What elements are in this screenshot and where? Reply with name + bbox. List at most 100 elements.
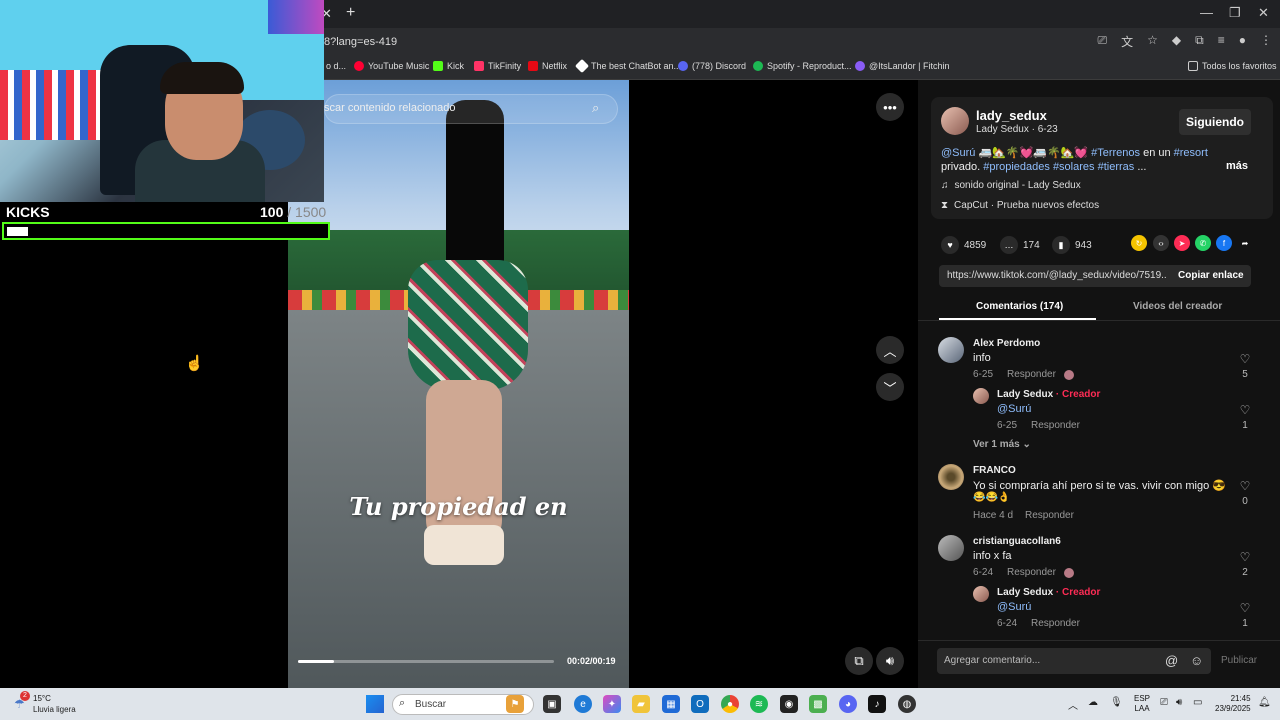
tiktok-icon[interactable]: ♪ xyxy=(868,695,886,713)
bookmark-youtube-music[interactable]: YouTube Music xyxy=(354,61,429,71)
embed-icon[interactable]: ‹› xyxy=(1153,235,1169,251)
search-highlight-icon[interactable]: ⚑ xyxy=(506,695,524,713)
weather-rain-icon[interactable]: ☂ xyxy=(14,697,25,711)
comment-author[interactable]: FRANCO xyxy=(973,465,1016,476)
store-icon[interactable]: ▦ xyxy=(662,695,680,713)
obs-icon[interactable]: ◉ xyxy=(780,695,798,713)
app-icon[interactable]: ◍ xyxy=(898,695,916,713)
reply-author-avatar[interactable] xyxy=(973,586,989,602)
commenter-avatar[interactable] xyxy=(938,337,964,363)
edge-icon[interactable]: e xyxy=(574,695,592,713)
comment-like-icon[interactable]: ♡ xyxy=(1235,550,1255,564)
author-avatar[interactable] xyxy=(941,107,969,135)
reply-author-avatar[interactable] xyxy=(973,388,989,404)
battery-icon[interactable]: ▭ xyxy=(1193,697,1202,708)
extension-diamond-icon[interactable]: ◆ xyxy=(1172,33,1181,50)
reply-button[interactable]: Responder xyxy=(1007,369,1056,380)
cast-icon[interactable]: ⎚ xyxy=(1098,33,1108,50)
star-icon[interactable]: ☆ xyxy=(1147,33,1158,50)
network-icon[interactable]: ⎚ xyxy=(1160,697,1168,708)
share-arrow-icon[interactable]: ➦ xyxy=(1237,235,1253,251)
capcut-link[interactable]: ⧗ CapCut · Prueba nuevos efectos xyxy=(941,200,1099,211)
chrome-icon[interactable]: ● xyxy=(721,695,739,713)
bookmark-all-favorites[interactable]: Todos los favoritos xyxy=(1188,61,1277,71)
reply-button[interactable]: Responder xyxy=(1025,510,1074,521)
task-view-icon[interactable]: ▣ xyxy=(543,695,561,713)
following-button[interactable]: Siguiendo xyxy=(1179,109,1251,135)
reply-like-icon[interactable]: ♡ xyxy=(1235,403,1255,417)
volume-icon[interactable]: 🔊︎ xyxy=(1176,697,1182,708)
copy-link-button[interactable]: Copiar enlace xyxy=(1178,270,1244,281)
reply-author[interactable]: Lady Sedux · Creador xyxy=(997,389,1100,400)
reply-text[interactable]: @Surú xyxy=(997,601,1031,613)
comment-author[interactable]: cristianguacollan6 xyxy=(973,536,1061,547)
close-window-icon[interactable]: ✕ xyxy=(1258,5,1269,21)
menu-icon[interactable]: ⋮ xyxy=(1260,33,1272,50)
reply-author[interactable]: Lady Sedux · Creador xyxy=(997,587,1100,598)
copilot-icon[interactable]: ✦ xyxy=(603,695,621,713)
extensions-icon[interactable]: ⧉ xyxy=(1195,33,1204,50)
microphone-icon[interactable]: 🎙︎ xyxy=(1110,697,1123,708)
bookmark-item[interactable]: o d... xyxy=(326,61,346,71)
minecraft-icon[interactable]: ▩ xyxy=(809,695,827,713)
hashtag-link[interactable]: #tierras xyxy=(1098,161,1135,173)
send-icon[interactable]: ➤ xyxy=(1174,235,1190,251)
hashtag-link[interactable]: #resort xyxy=(1174,147,1208,159)
comment-author[interactable]: Alex Perdomo xyxy=(973,338,1040,349)
start-button[interactable] xyxy=(366,695,384,713)
save-button[interactable]: ▮ 943 xyxy=(1052,236,1092,254)
tray-chevron-up-icon[interactable]: ︿ xyxy=(1068,697,1078,712)
video-link[interactable]: https://www.tiktok.com/@lady_sedux/video… xyxy=(947,270,1167,281)
language-indicator[interactable]: ESP LAA xyxy=(1134,694,1150,714)
bookmark-chatbot[interactable]: The best ChatBot an... xyxy=(574,58,681,74)
view-more-replies[interactable]: Ver 1 más ⌄ xyxy=(973,439,1031,450)
repost-icon[interactable]: ↻ xyxy=(1131,235,1147,251)
reply-button[interactable]: Responder xyxy=(1031,618,1080,629)
bookmark-tikfinity[interactable]: TikFinity xyxy=(474,61,521,71)
video-progress-bar[interactable] xyxy=(298,660,554,663)
onedrive-icon[interactable]: ☁ xyxy=(1088,697,1098,708)
whatsapp-icon[interactable]: ✆ xyxy=(1195,235,1211,251)
notifications-icon[interactable]: 🔔︎ xyxy=(1258,697,1271,708)
miniplayer-button[interactable]: ⧉ xyxy=(845,647,873,675)
like-button[interactable]: ♥ 4859 xyxy=(941,236,986,254)
bookmark-netflix[interactable]: Netflix xyxy=(528,61,567,71)
weather-desc[interactable]: Lluvia ligera xyxy=(33,705,76,714)
hashtag-link[interactable]: @Surú xyxy=(941,147,975,159)
commenter-avatar[interactable] xyxy=(938,535,964,561)
previous-video-button[interactable]: ︿ xyxy=(876,336,904,364)
translate-icon[interactable]: 文 xyxy=(1121,33,1133,50)
tab-comments[interactable]: Comentarios (174) xyxy=(976,301,1063,312)
commenter-avatar[interactable] xyxy=(938,464,964,490)
facebook-icon[interactable]: f xyxy=(1216,235,1232,251)
author-username[interactable]: lady_sedux xyxy=(976,108,1047,123)
more-button[interactable]: más xyxy=(1226,160,1248,172)
next-video-button[interactable]: ﹀ xyxy=(876,373,904,401)
hashtag-link[interactable]: #Terrenos xyxy=(1091,147,1140,159)
tab-creator-videos[interactable]: Videos del creador xyxy=(1133,301,1222,312)
discord-icon[interactable]: ◕ xyxy=(839,695,857,713)
reply-like-icon[interactable]: ♡ xyxy=(1235,601,1255,615)
bookmark-discord[interactable]: (778) Discord xyxy=(678,61,746,71)
reply-text[interactable]: @Surú xyxy=(997,403,1031,415)
emoji-icon[interactable]: ☺ xyxy=(1190,653,1203,668)
url-text[interactable]: 8?lang=es-419 xyxy=(324,36,397,48)
bookmark-kick[interactable]: Kick xyxy=(433,61,464,71)
bookmark-fitchin[interactable]: @ItsLandor | Fitchin xyxy=(855,61,950,71)
clock[interactable]: 21:45 23/9/2025 xyxy=(1215,694,1251,714)
hashtag-link[interactable]: #solares xyxy=(1053,161,1095,173)
comment-like-icon[interactable]: ♡ xyxy=(1235,479,1255,493)
media-icon[interactable]: ≡ xyxy=(1218,33,1225,50)
reply-button[interactable]: Responder xyxy=(1007,567,1056,578)
search-icon[interactable]: ⌕ xyxy=(592,100,599,116)
restore-icon[interactable]: ❐ xyxy=(1229,5,1241,21)
hashtag-link[interactable]: #propiedades xyxy=(983,161,1050,173)
publish-button[interactable]: Publicar xyxy=(1221,655,1257,666)
new-tab-button[interactable]: + xyxy=(346,4,355,22)
sound-link[interactable]: ♫ sonido original - Lady Sedux xyxy=(941,180,1081,191)
video-player[interactable] xyxy=(288,80,629,688)
mention-icon[interactable]: @ xyxy=(1165,653,1178,668)
profile-avatar[interactable]: ● xyxy=(1239,33,1246,50)
comment-like-icon[interactable]: ♡ xyxy=(1235,352,1255,366)
file-explorer-icon[interactable]: ▰ xyxy=(632,695,650,713)
